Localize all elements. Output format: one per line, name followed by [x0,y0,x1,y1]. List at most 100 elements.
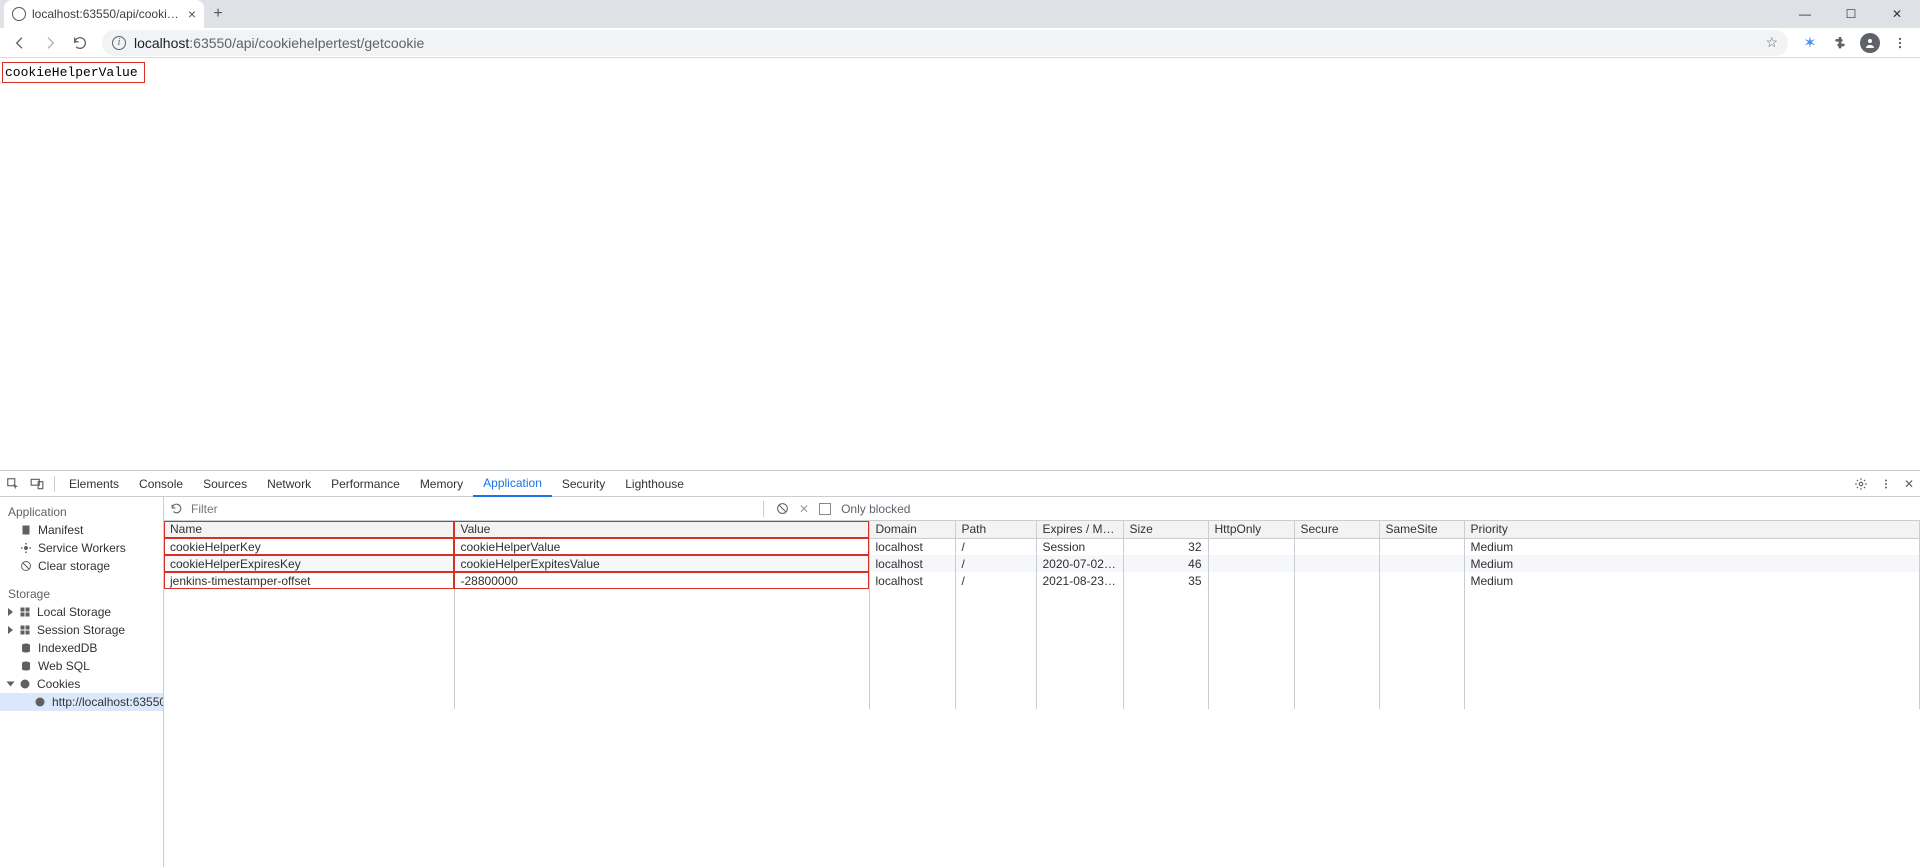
tab-strip: localhost:63550/api/cookiehel × + — ☐ ✕ [0,0,1920,28]
application-sidebar: Application Manifest Service Workers Cle… [0,497,164,867]
only-blocked-checkbox[interactable] [819,503,831,515]
col-domain[interactable]: Domain [869,521,955,538]
sidebar-item-indexeddb[interactable]: IndexedDB [0,639,163,657]
cell-path: / [955,538,1036,555]
col-path[interactable]: Path [955,521,1036,538]
cell-path: / [955,555,1036,572]
cookie-filter-bar: ✕ Only blocked [164,497,1920,521]
expand-icon[interactable] [8,626,13,634]
sidebar-item-label: Web SQL [38,659,90,673]
sidebar-item-service-workers[interactable]: Service Workers [0,539,163,557]
devtools-panel: Elements Console Sources Network Perform… [0,470,1920,867]
cell-size: 35 [1123,572,1208,589]
browser-tab[interactable]: localhost:63550/api/cookiehel × [4,0,204,28]
col-size[interactable]: Size [1123,521,1208,538]
extension-icon[interactable]: ✶ [1796,29,1824,57]
forward-button[interactable] [36,29,64,57]
grid-icon [19,606,31,618]
table-header-row: Name Value Domain Path Expires / Max-A..… [164,521,1920,538]
tab-performance[interactable]: Performance [321,471,410,497]
sidebar-item-clear-storage[interactable]: Clear storage [0,557,163,575]
bookmark-star-icon[interactable]: ☆ [1765,34,1778,51]
tab-console[interactable]: Console [129,471,193,497]
expand-icon[interactable] [8,608,13,616]
cell-priority: Medium [1464,538,1920,555]
site-info-icon[interactable]: i [112,36,126,50]
tab-lighthouse[interactable]: Lighthouse [615,471,694,497]
sidebar-item-label: Manifest [38,523,83,537]
address-bar[interactable]: i localhost:63550/api/cookiehelpertest/g… [102,30,1788,56]
sidebar-item-label: Clear storage [38,559,110,573]
cookie-table-scroll[interactable]: Name Value Domain Path Expires / Max-A..… [164,521,1920,867]
cell-value: cookieHelperExpitesValue [454,555,869,572]
tab-application[interactable]: Application [473,471,552,497]
cell-secure [1294,572,1379,589]
sidebar-item-label: http://localhost:63550 [52,695,164,709]
cell-secure [1294,538,1379,555]
clear-icon [20,560,32,572]
cell-expires: 2020-07-02T14:... [1036,555,1123,572]
device-toolbar-icon[interactable] [30,477,44,491]
tab-elements[interactable]: Elements [59,471,129,497]
cell-samesite [1379,538,1464,555]
col-expires[interactable]: Expires / Max-A... [1036,521,1123,538]
inspect-element-icon[interactable] [6,477,20,491]
sidebar-item-cookies[interactable]: Cookies [0,675,163,693]
col-httponly[interactable]: HttpOnly [1208,521,1294,538]
col-priority[interactable]: Priority [1464,521,1920,538]
cell-domain: localhost [869,555,955,572]
delete-icon[interactable]: ✕ [799,502,809,516]
devtools-close-icon[interactable]: ✕ [1904,477,1914,491]
cell-domain: localhost [869,572,955,589]
col-secure[interactable]: Secure [1294,521,1379,538]
tab-memory[interactable]: Memory [410,471,473,497]
minimize-button[interactable]: — [1782,0,1828,28]
extensions-puzzle-icon[interactable] [1826,29,1854,57]
cell-name: jenkins-timestamper-offset [164,572,454,589]
sidebar-item-label: Service Workers [38,541,126,555]
col-value[interactable]: Value [454,521,869,538]
close-window-button[interactable]: ✕ [1874,0,1920,28]
col-samesite[interactable]: SameSite [1379,521,1464,538]
cookie-icon [19,678,31,690]
cookie-panel: ✕ Only blocked Name Value [164,497,1920,867]
sidebar-item-local-storage[interactable]: Local Storage [0,603,163,621]
cell-value: -28800000 [454,572,869,589]
tab-network[interactable]: Network [257,471,321,497]
tab-security[interactable]: Security [552,471,615,497]
refresh-icon[interactable] [170,502,183,515]
sidebar-item-manifest[interactable]: Manifest [0,521,163,539]
grid-icon [19,624,31,636]
devtools-settings-icon[interactable] [1854,477,1868,491]
clear-all-icon[interactable] [776,502,789,515]
sidebar-item-label: Session Storage [37,623,125,637]
cell-secure [1294,555,1379,572]
database-icon [20,642,32,654]
sidebar-item-label: Local Storage [37,605,111,619]
sidebar-section-application: Application [0,501,163,521]
reload-button[interactable] [66,29,94,57]
cell-path: / [955,572,1036,589]
back-button[interactable] [6,29,34,57]
sidebar-item-websql[interactable]: Web SQL [0,657,163,675]
filter-input[interactable] [191,502,751,516]
sidebar-item-session-storage[interactable]: Session Storage [0,621,163,639]
sidebar-section-storage: Storage [0,583,163,603]
cell-priority: Medium [1464,555,1920,572]
sidebar-item-cookie-origin[interactable]: http://localhost:63550 [0,693,163,711]
tab-sources[interactable]: Sources [193,471,257,497]
cell-httponly [1208,538,1294,555]
devtools-menu-icon[interactable] [1880,478,1892,490]
new-tab-button[interactable]: + [204,0,232,28]
col-name[interactable]: Name [164,521,454,538]
maximize-button[interactable]: ☐ [1828,0,1874,28]
close-tab-icon[interactable]: × [188,6,196,22]
collapse-icon[interactable] [7,682,15,687]
profile-avatar-icon[interactable] [1856,29,1884,57]
cell-size: 32 [1123,538,1208,555]
response-body: cookieHelperValue [2,62,145,83]
kebab-menu-icon[interactable] [1886,29,1914,57]
table-row[interactable]: cookieHelperKeycookieHelperValuelocalhos… [164,538,1920,555]
table-row[interactable]: jenkins-timestamper-offset-28800000local… [164,572,1920,589]
table-row[interactable]: cookieHelperExpiresKeycookieHelperExpite… [164,555,1920,572]
